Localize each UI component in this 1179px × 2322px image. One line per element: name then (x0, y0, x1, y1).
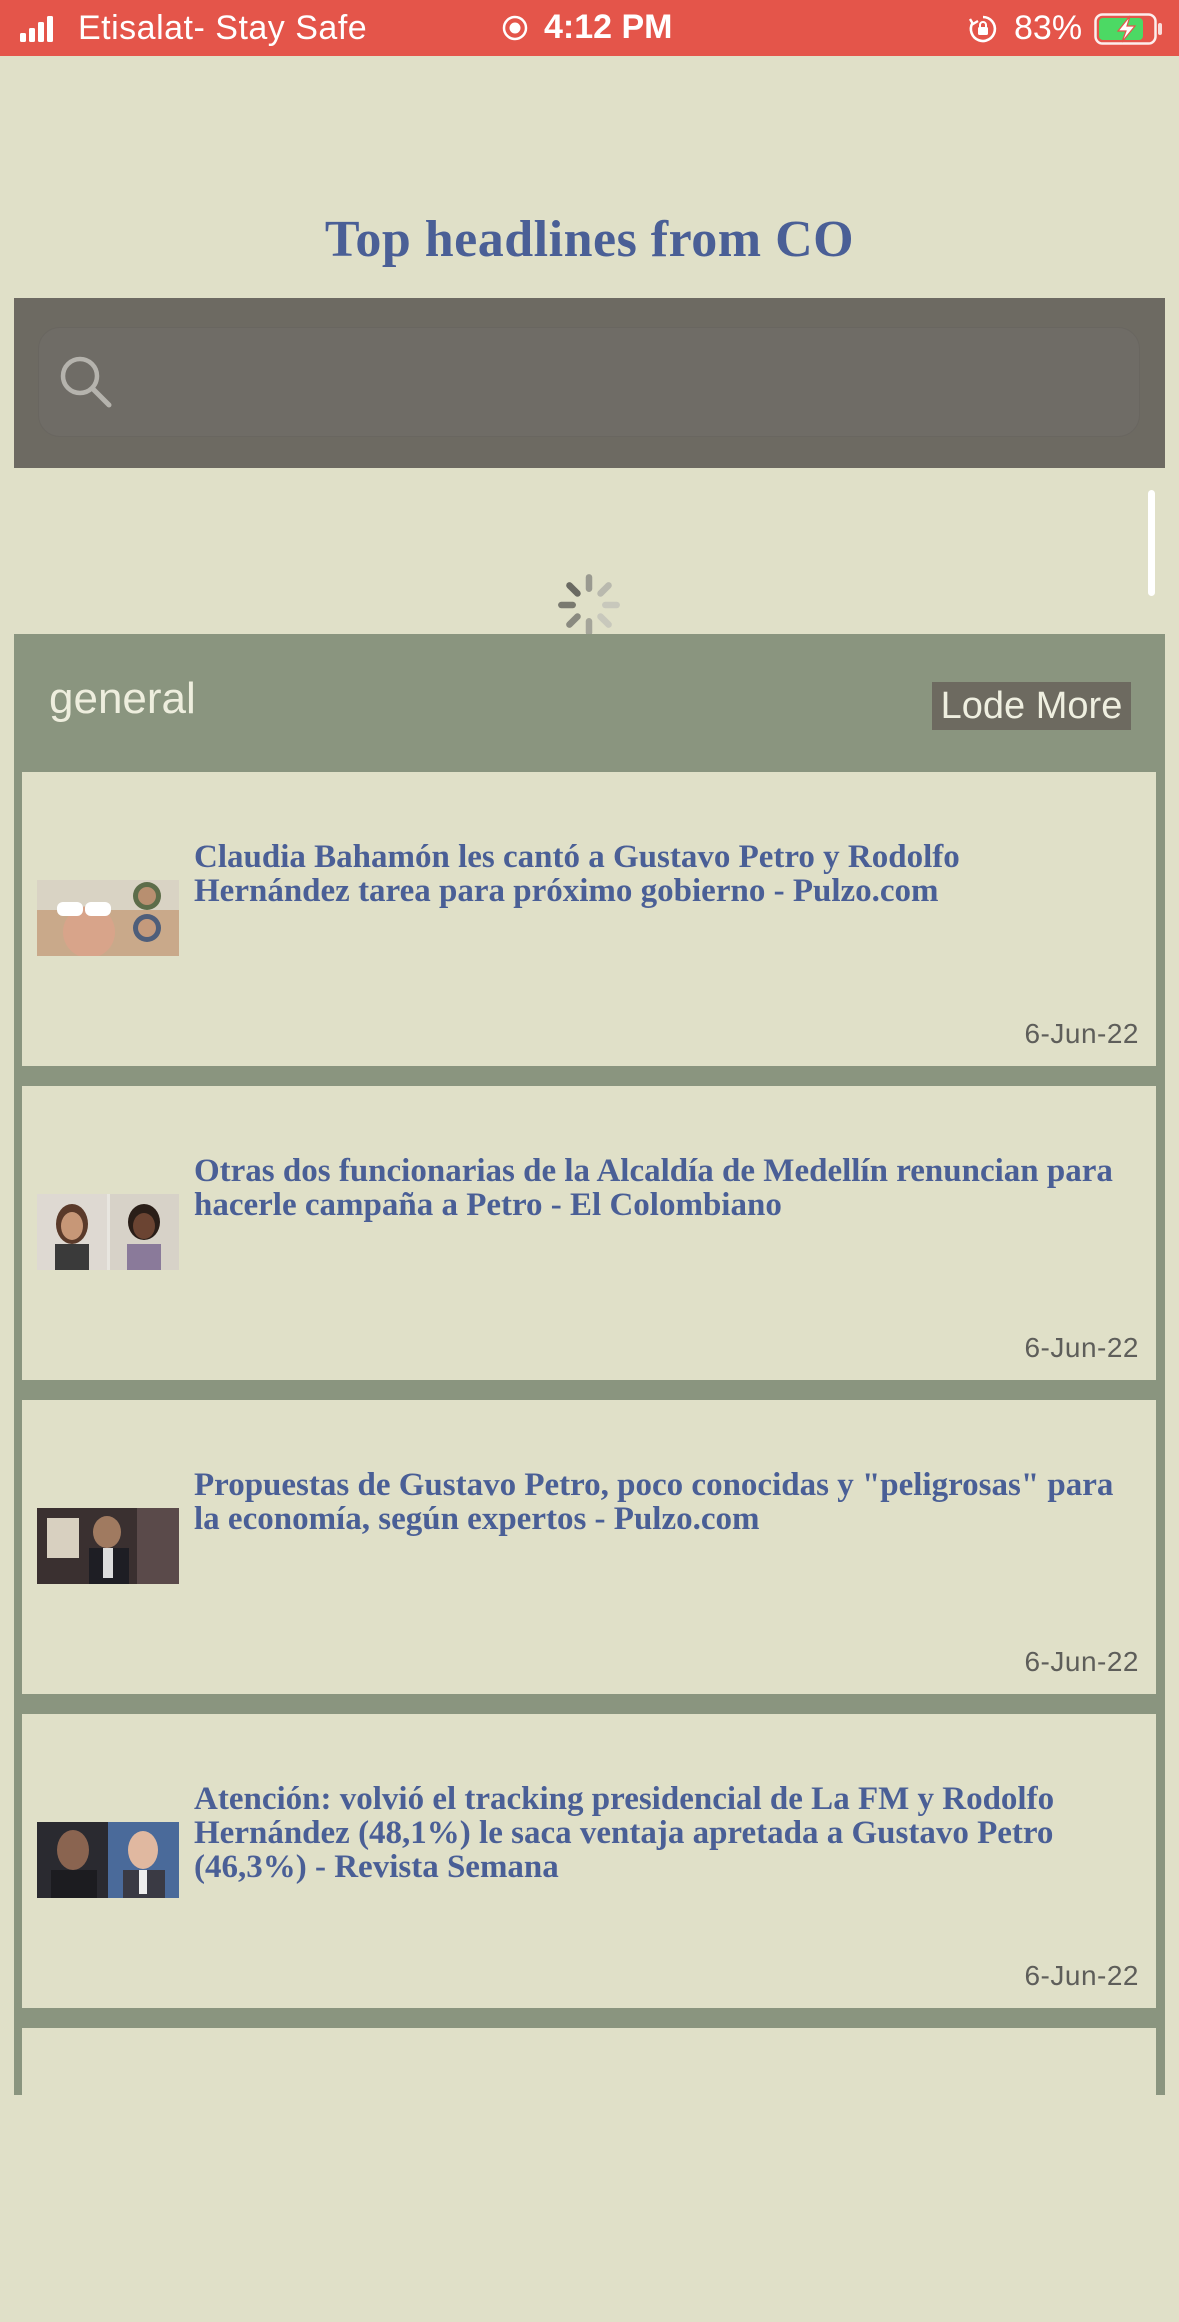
screen-recording-icon (502, 15, 528, 41)
article-thumbnail (37, 1822, 179, 1898)
battery-percentage: 83% (1014, 9, 1083, 47)
article-date: 6-Jun-22 (1024, 1018, 1139, 1049)
article-card[interactable]: Atención: volvió el tracking presidencia… (22, 1714, 1156, 2008)
search-input[interactable] (128, 340, 1122, 424)
orientation-lock-icon (968, 15, 997, 43)
page-title: Top headlines from CO (324, 211, 855, 268)
scroll-indicator (1148, 490, 1155, 596)
article-date: 6-Jun-22 (1024, 1332, 1139, 1363)
signal-strength-icon (20, 16, 53, 42)
article-thumbnail (37, 880, 179, 956)
search-icon (60, 356, 112, 408)
article-headline[interactable]: Claudia Bahamón les cantó a Gustavo Petr… (194, 840, 1114, 908)
article-card[interactable] (22, 2028, 1156, 2322)
article-thumbnail (37, 1508, 179, 1584)
loading-spinner-icon (558, 574, 620, 636)
battery-charging-icon (1094, 13, 1162, 45)
article-thumbnail (37, 1194, 179, 1270)
article-headline[interactable]: Atención: volvió el tracking presidencia… (194, 1782, 1114, 1884)
article-headline[interactable]: Otras dos funcionarias de la Alcaldía de… (194, 1154, 1114, 1222)
section-title: general (49, 674, 196, 723)
article-card[interactable]: Propuestas de Gustavo Petro, poco conoci… (22, 1400, 1156, 1694)
status-time: 4:12 PM (544, 8, 673, 46)
article-date: 6-Jun-22 (1024, 1960, 1139, 1991)
article-headline[interactable]: Propuestas de Gustavo Petro, poco conoci… (194, 1468, 1114, 1536)
load-more-button[interactable]: Lode More (932, 682, 1131, 730)
article-date: 6-Jun-22 (1024, 1646, 1139, 1677)
status-bar: Etisalat- Stay Safe 4:12 PM 83% (0, 0, 1179, 56)
article-card[interactable]: Otras dos funcionarias de la Alcaldía de… (22, 1086, 1156, 1380)
article-card[interactable]: Claudia Bahamón les cantó a Gustavo Petr… (22, 772, 1156, 1066)
carrier-name: Etisalat- Stay Safe (78, 9, 368, 47)
